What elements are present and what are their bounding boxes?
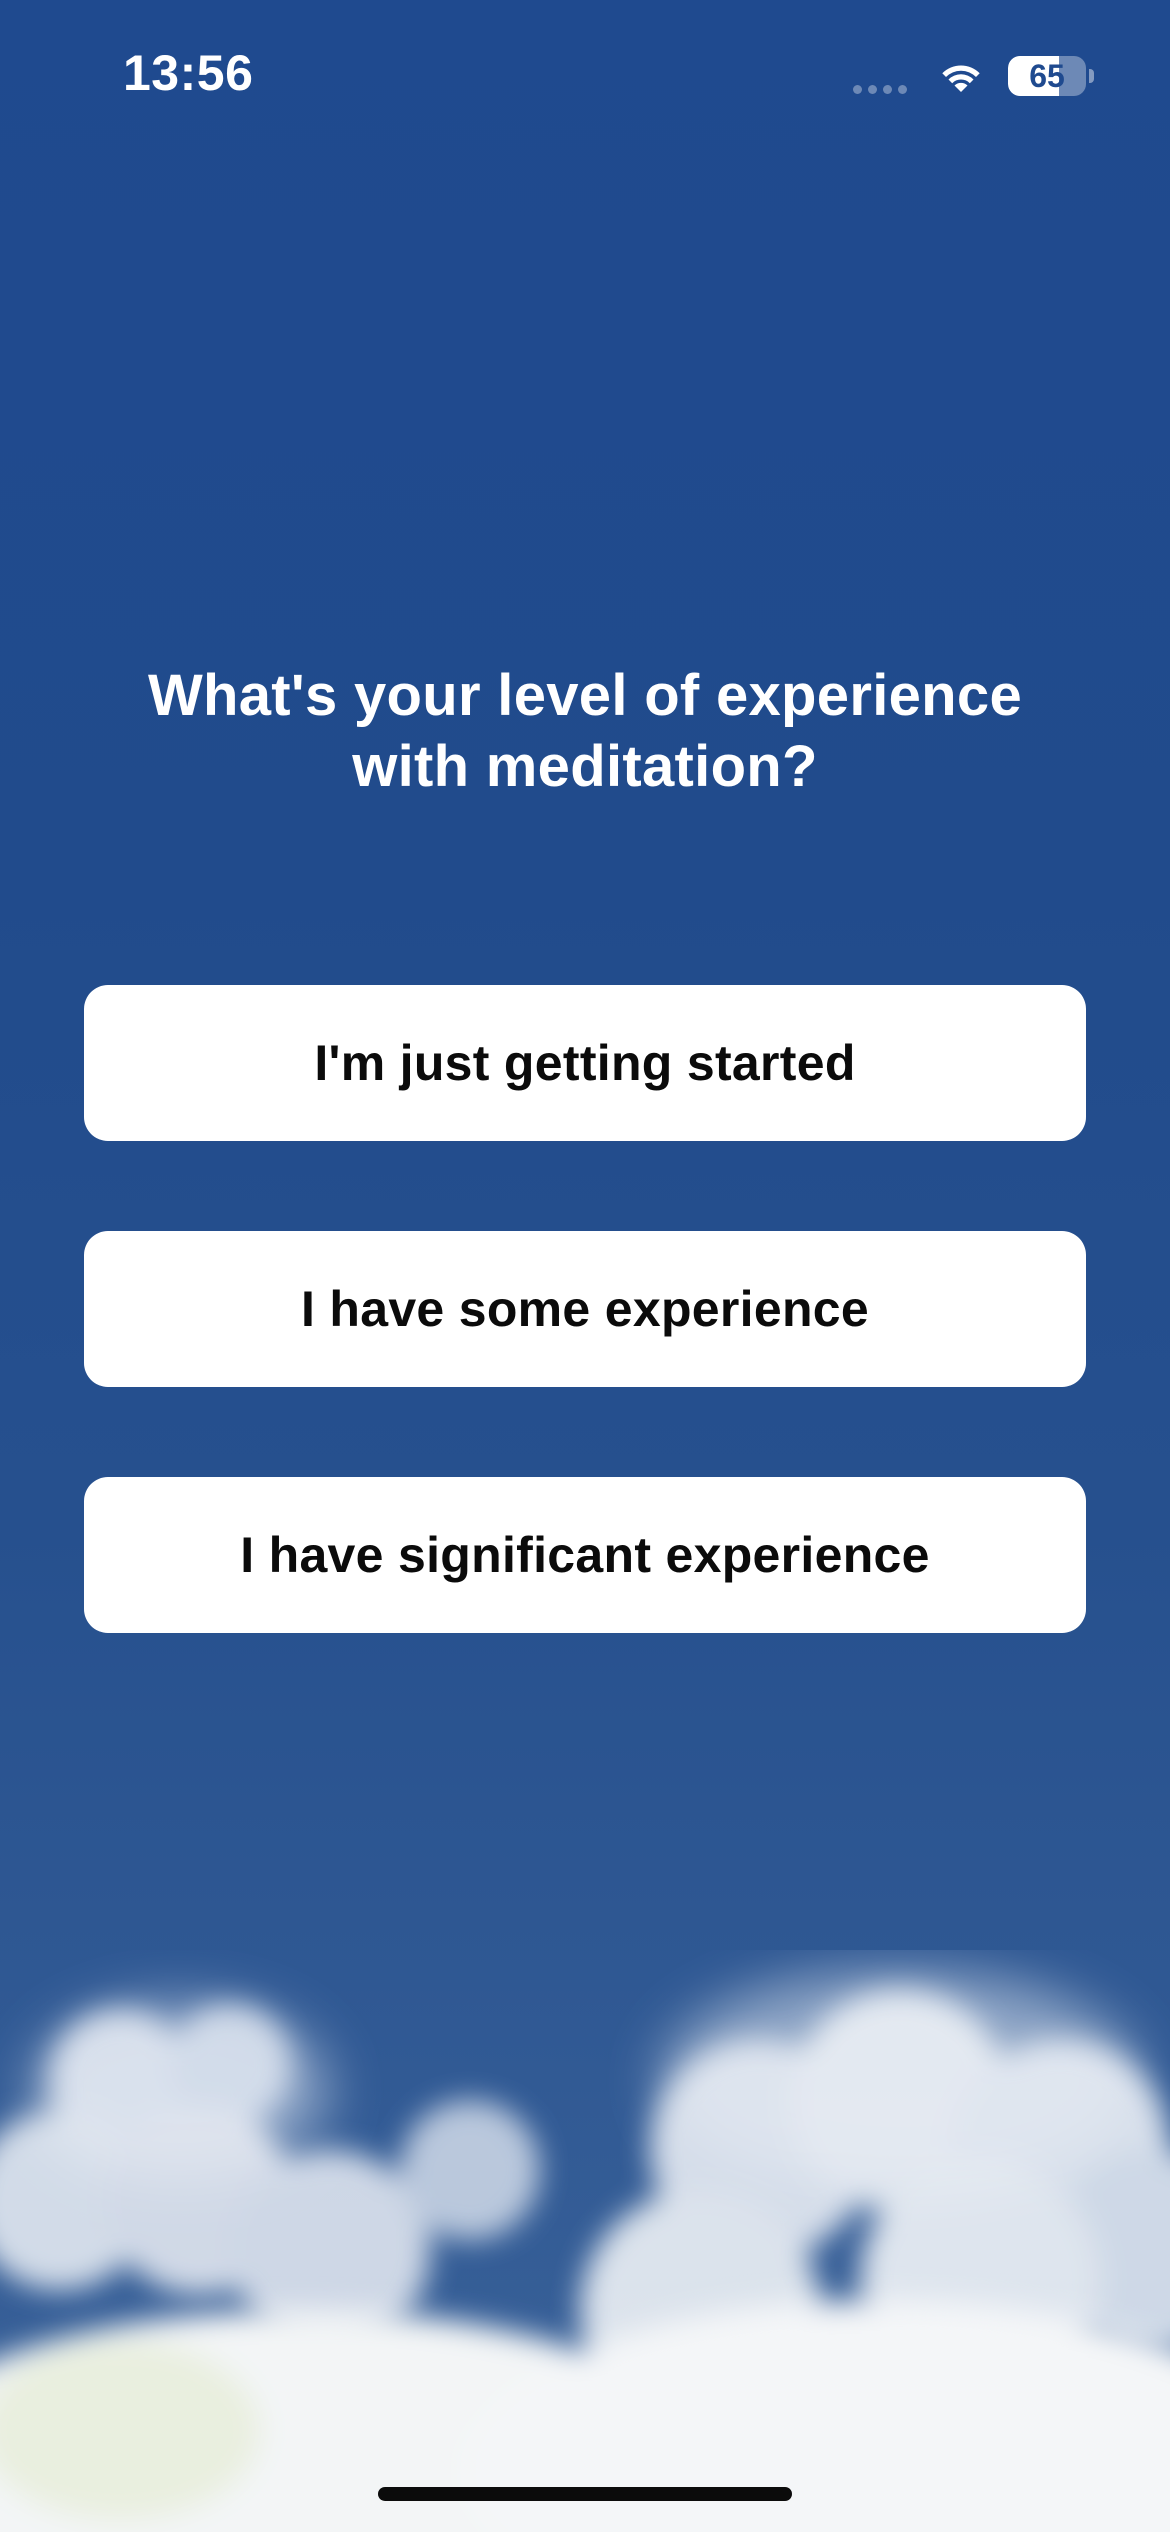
battery-nub	[1089, 69, 1094, 83]
option-some-experience-button[interactable]: I have some experience	[84, 1231, 1086, 1387]
cellular-signal-icon	[853, 85, 907, 94]
clouds-illustration	[0, 1970, 1170, 2532]
home-indicator[interactable]	[378, 2487, 792, 2501]
option-just-getting-started-button[interactable]: I'm just getting started	[84, 985, 1086, 1141]
question-title: What's your level of experience with med…	[147, 663, 1023, 799]
status-bar: 13:56 65	[0, 0, 1170, 150]
wifi-icon	[942, 65, 980, 92]
battery-icon: 65	[1008, 56, 1086, 96]
option-significant-experience-button[interactable]: I have significant experience	[84, 1477, 1086, 1633]
battery-level: 65	[1029, 58, 1065, 94]
status-time: 13:56	[123, 45, 254, 101]
